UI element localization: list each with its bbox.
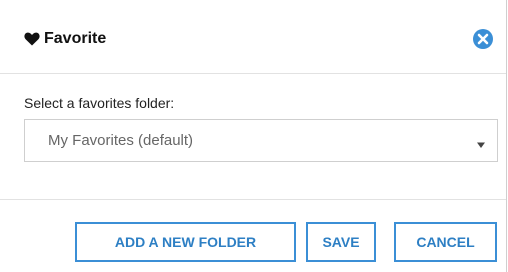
selected-folder-value: My Favorites (default)	[48, 132, 194, 149]
cancel-button[interactable]: CANCEL	[394, 222, 497, 262]
save-button[interactable]: SAVE	[306, 222, 376, 262]
triangle-down-icon	[477, 136, 485, 148]
dialog-title: Favorite	[44, 30, 107, 47]
favorite-dialog: Favorite Select a favorites folder: My F…	[0, 0, 507, 272]
dialog-body: Select a favorites folder: My Favorites …	[0, 74, 506, 200]
add-new-folder-button[interactable]: ADD A NEW FOLDER	[75, 222, 296, 262]
dialog-header: Favorite	[0, 0, 506, 74]
favorites-folder-select[interactable]: My Favorites (default)	[24, 119, 498, 162]
heart-icon	[24, 32, 40, 46]
folder-select-label: Select a favorites folder:	[24, 95, 175, 111]
close-icon[interactable]	[472, 28, 494, 50]
